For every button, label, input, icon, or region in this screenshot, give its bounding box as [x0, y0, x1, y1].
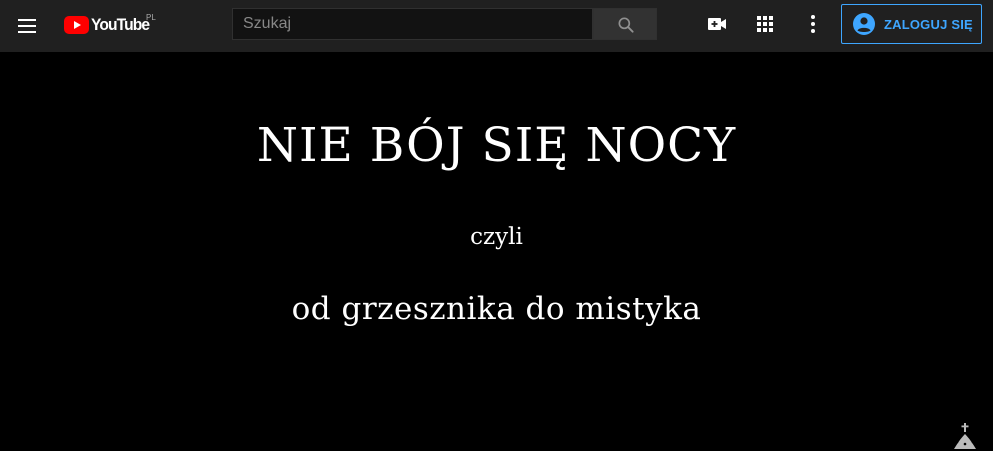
apps-grid-icon — [757, 16, 773, 32]
youtube-play-icon — [64, 16, 89, 34]
video-camera-add-icon — [708, 18, 726, 30]
masthead: YouTube PL Szukaj ZALOGUJ SIĘ — [0, 0, 993, 52]
logo-text: YouTube — [91, 15, 150, 34]
create-video-button[interactable] — [705, 12, 729, 36]
search-input[interactable] — [232, 8, 593, 40]
menu-button[interactable] — [15, 14, 39, 38]
sign-in-button[interactable]: ZALOGUJ SIĘ — [841, 4, 982, 44]
account-circle-icon — [853, 13, 875, 35]
video-frame-subtitle: czyli — [470, 224, 523, 250]
logo-country-code: PL — [146, 13, 156, 22]
search-button[interactable] — [593, 8, 657, 40]
sign-in-label: ZALOGUJ SIĘ — [884, 16, 973, 32]
video-frame-title: NIE BÓJ SIĘ NOCY — [256, 118, 737, 173]
cross-watermark-icon — [954, 423, 976, 449]
apps-button[interactable] — [753, 12, 777, 36]
more-vertical-icon — [811, 15, 815, 33]
search-icon — [618, 17, 634, 33]
more-options-button[interactable] — [801, 12, 825, 36]
menu-icon-line — [18, 31, 36, 33]
youtube-logo[interactable]: YouTube — [64, 13, 154, 37]
video-player[interactable]: NIE BÓJ SIĘ NOCY czyli od grzesznika do … — [0, 52, 993, 451]
menu-icon-line — [18, 25, 36, 27]
menu-icon-line — [18, 19, 36, 21]
video-frame-subtitle-secondary: od grzesznika do mistyka — [291, 291, 702, 327]
